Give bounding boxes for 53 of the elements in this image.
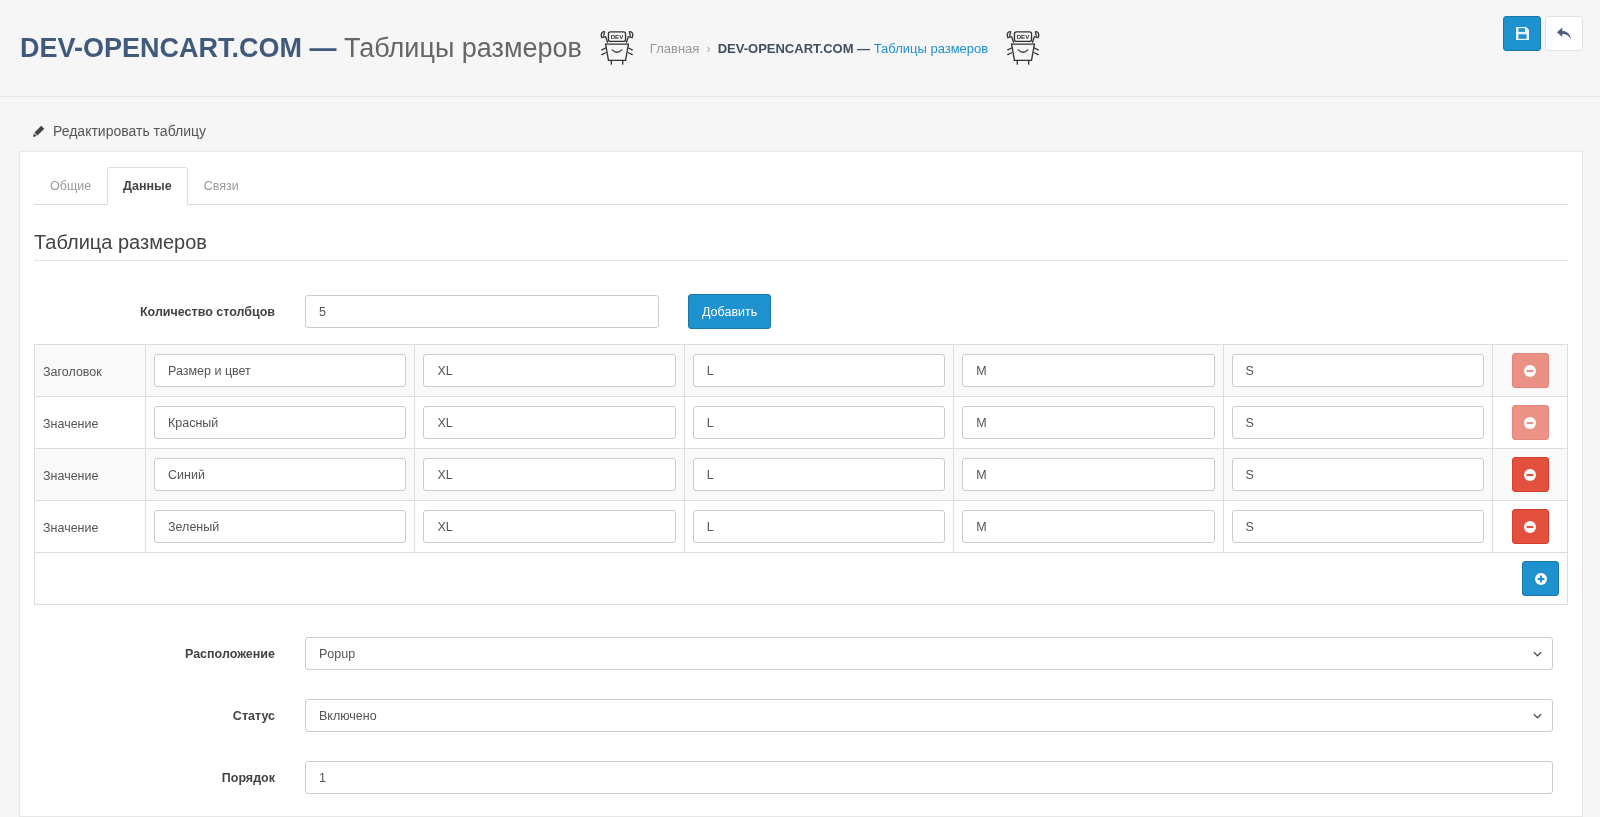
breadcrumb-separator: ›	[706, 40, 711, 56]
input-field[interactable]: S	[1231, 510, 1484, 543]
minus-circle-icon	[1524, 416, 1536, 429]
select-field[interactable]: Popup	[305, 637, 1553, 670]
input-field[interactable]: Размер и цвет	[154, 354, 407, 387]
input-field[interactable]: XL	[423, 406, 676, 439]
row-label: Значение	[43, 416, 99, 431]
input-field[interactable]: M	[962, 510, 1215, 543]
field-label: Количество столбцов	[138, 304, 276, 319]
input-field[interactable]: M	[962, 406, 1215, 439]
input-field[interactable]: S	[1231, 406, 1484, 439]
page-title: DEV-OPENCART.COM — Таблицы размеров	[20, 32, 582, 64]
remove-row-button[interactable]	[1511, 509, 1549, 544]
minus-circle-icon	[1524, 520, 1536, 533]
input-field[interactable]: L	[692, 354, 946, 387]
minus-circle-icon	[1524, 364, 1536, 377]
input-field[interactable]: XL	[423, 458, 676, 491]
remove-row-button[interactable]	[1511, 457, 1549, 492]
add-row-button[interactable]	[1522, 561, 1559, 596]
back-button[interactable]	[1545, 16, 1583, 51]
plus-circle-icon	[1534, 572, 1547, 585]
field-label: Расположение	[183, 646, 276, 661]
minus-circle-icon	[1524, 468, 1536, 481]
row-label: Заголовок	[43, 364, 102, 379]
field-label: Порядок	[220, 770, 276, 785]
tab[interactable]: Данные	[107, 167, 188, 205]
input-field[interactable]: Зеленый	[154, 510, 407, 543]
input-field[interactable]: L	[692, 458, 946, 491]
add-button[interactable]: Добавить	[688, 294, 772, 329]
input-field[interactable]: M	[962, 354, 1215, 387]
field-label: Статус	[231, 708, 276, 723]
section-title: Таблица размеров	[34, 205, 1568, 261]
panel-title: Редактировать таблицу	[53, 122, 207, 139]
chevron-down-icon	[1533, 650, 1542, 657]
input-field[interactable]: M	[962, 458, 1215, 491]
pencil-icon	[33, 124, 45, 137]
select-field[interactable]: Включено	[305, 699, 1553, 732]
input-field[interactable]: S	[1231, 458, 1484, 491]
input-field[interactable]: L	[692, 510, 946, 543]
input-field[interactable]: XL	[423, 354, 676, 387]
input-field[interactable]: L	[692, 406, 946, 439]
input-field[interactable]: S	[1231, 354, 1484, 387]
input-field[interactable]: 1	[305, 761, 1553, 794]
row-label: Значение	[43, 520, 99, 535]
row-label: Значение	[43, 468, 99, 483]
input-field[interactable]: 5	[305, 295, 659, 328]
input-field[interactable]: XL	[423, 510, 676, 543]
input-field[interactable]: Синий	[154, 458, 407, 491]
reply-arrow-icon	[1557, 27, 1571, 40]
save-button[interactable]	[1503, 16, 1541, 51]
breadcrumb-link[interactable]: DEV-OPENCART.COM — Таблицы размеров	[717, 40, 989, 56]
chevron-down-icon	[1533, 712, 1542, 719]
input-field[interactable]: Красный	[154, 406, 407, 439]
